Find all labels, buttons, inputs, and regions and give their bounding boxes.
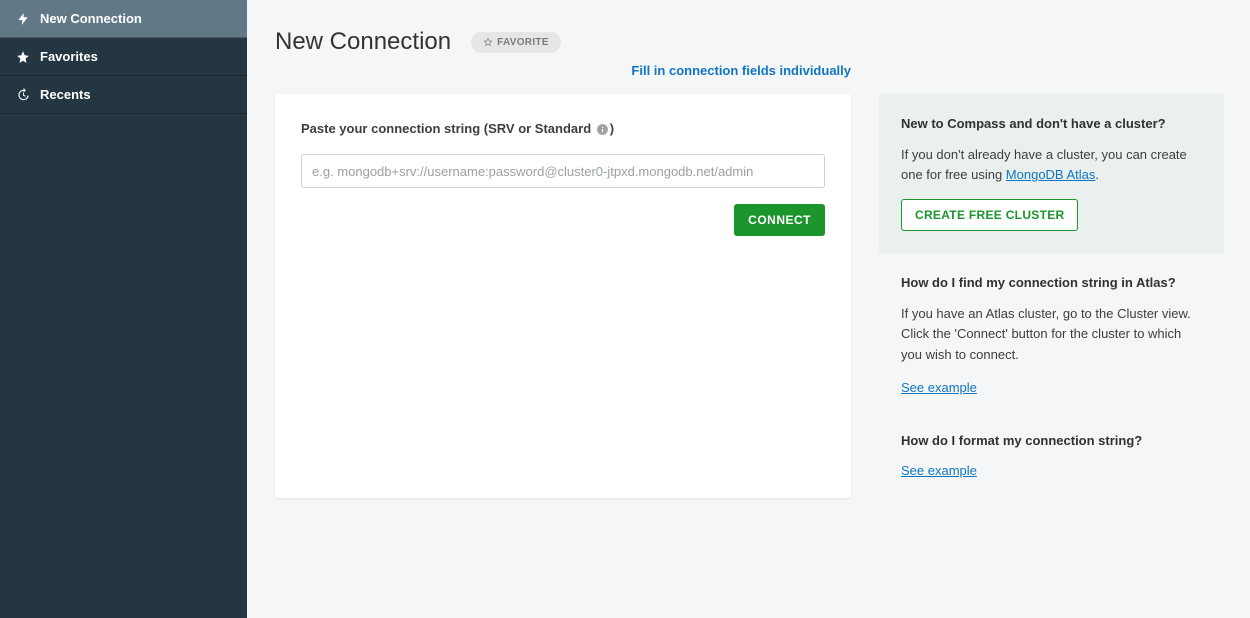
new-cluster-text: If you don't already have a cluster, you… <box>901 145 1202 185</box>
header: New Connection FAVORITE <box>275 28 1224 56</box>
sidebar: New Connection Favorites Recents <box>0 0 247 618</box>
fill-individually-link[interactable]: Fill in connection fields individually <box>631 63 851 78</box>
bolt-icon <box>14 12 32 26</box>
format-connection-section: How do I format my connection string? Se… <box>879 433 1224 498</box>
new-cluster-heading: New to Compass and don't have a cluster? <box>901 116 1202 131</box>
connect-button[interactable]: CONNECT <box>734 204 825 236</box>
find-connection-section: How do I find my connection string in At… <box>879 275 1224 414</box>
favorite-label: FAVORITE <box>497 37 549 48</box>
sidebar-item-label: Favorites <box>40 49 98 64</box>
find-connection-heading: How do I find my connection string in At… <box>901 275 1202 290</box>
new-cluster-text-after: . <box>1095 167 1099 182</box>
star-icon <box>14 50 32 64</box>
favorite-button[interactable]: FAVORITE <box>471 32 561 53</box>
connection-string-input[interactable] <box>301 154 825 188</box>
info-icon[interactable] <box>595 123 610 136</box>
star-outline-icon <box>483 37 493 47</box>
individual-fields-row: Fill in connection fields individually <box>275 62 1224 80</box>
content-row: Paste your connection string (SRV or Sta… <box>275 94 1224 498</box>
connect-card: Paste your connection string (SRV or Sta… <box>275 94 851 498</box>
label-suffix: ) <box>610 121 614 136</box>
find-connection-text: If you have an Atlas cluster, go to the … <box>901 304 1202 364</box>
new-cluster-panel: New to Compass and don't have a cluster?… <box>879 94 1224 253</box>
connection-string-label: Paste your connection string (SRV or Sta… <box>301 121 614 136</box>
mongodb-atlas-link[interactable]: MongoDB Atlas <box>1006 167 1096 182</box>
sidebar-item-new-connection[interactable]: New Connection <box>0 0 247 38</box>
sidebar-item-label: Recents <box>40 87 91 102</box>
aside: New to Compass and don't have a cluster?… <box>879 94 1224 498</box>
create-free-cluster-button[interactable]: CREATE FREE CLUSTER <box>901 199 1078 231</box>
find-connection-example-link[interactable]: See example <box>901 380 977 395</box>
label-prefix: Paste your connection string (SRV or Sta… <box>301 121 595 136</box>
sidebar-item-recents[interactable]: Recents <box>0 76 247 114</box>
main: New Connection FAVORITE Fill in connecti… <box>247 0 1250 618</box>
connect-row: CONNECT <box>301 204 825 236</box>
sidebar-item-label: New Connection <box>40 11 142 26</box>
sidebar-item-favorites[interactable]: Favorites <box>0 38 247 76</box>
format-connection-example-link[interactable]: See example <box>901 463 977 478</box>
page-title: New Connection <box>275 28 451 56</box>
history-icon <box>14 88 32 102</box>
format-connection-heading: How do I format my connection string? <box>901 433 1202 448</box>
